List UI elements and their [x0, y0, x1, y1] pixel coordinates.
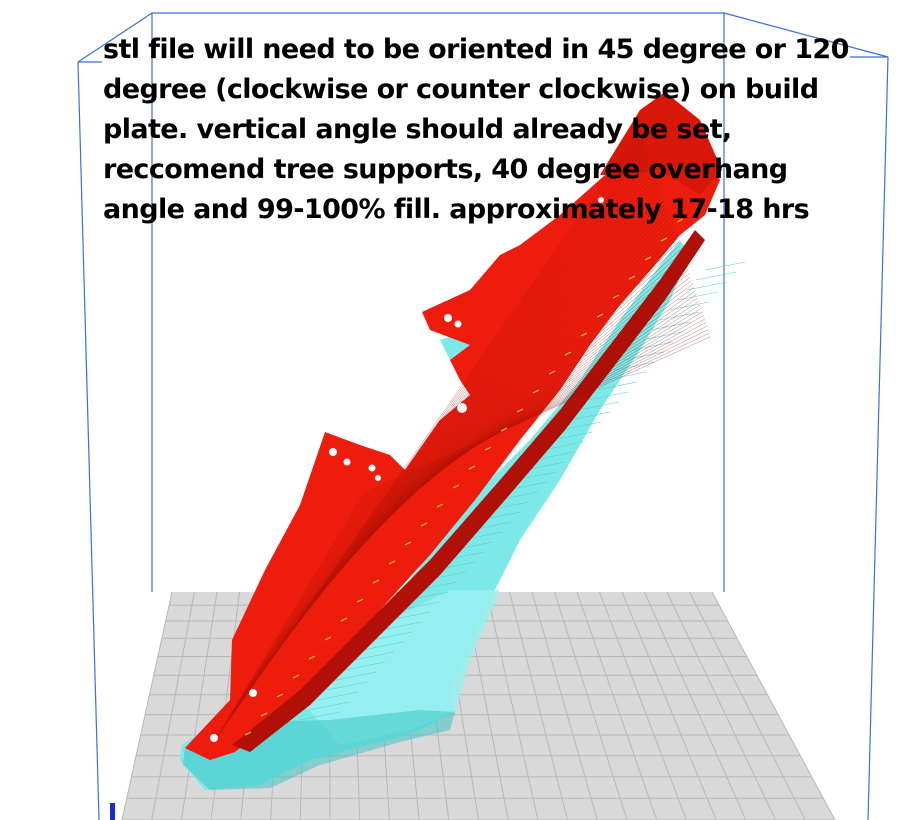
build-volume-right-front-vertical — [867, 56, 889, 820]
print-instructions-annotation: stl file will need to be oriented in 45 … — [103, 34, 849, 225]
support-hatch-line — [668, 301, 710, 311]
mount-hole — [329, 448, 337, 456]
mount-hole — [210, 734, 218, 742]
mount-hole — [444, 314, 452, 322]
mount-hole — [368, 464, 376, 472]
z-axis-marker — [110, 803, 115, 820]
support-hatch-line — [704, 261, 746, 271]
build-volume-left-front-vertical — [77, 61, 100, 820]
mount-hole — [343, 458, 351, 466]
mount-hole — [375, 475, 381, 481]
support-hatch-line — [695, 271, 737, 281]
mount-hole — [457, 403, 467, 413]
mount-hole — [454, 320, 462, 328]
support-hatch-line — [686, 281, 728, 291]
mount-hole — [249, 689, 257, 697]
